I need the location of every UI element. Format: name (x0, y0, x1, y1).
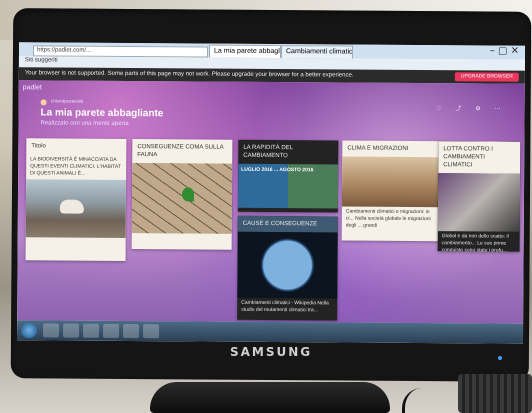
explorer-icon[interactable] (62, 323, 80, 338)
cracked-earth-image (131, 163, 233, 234)
date-labels: LUGLIO 2016 ... AGOSTO 2016 (241, 166, 314, 174)
post-card-causes-consequences[interactable]: CAUSE E CONSEGUENZE Cambiamenti climatic… (237, 215, 338, 321)
post-title: CLIMA E MIGRAZIONI (347, 145, 409, 152)
app-icon[interactable] (122, 323, 140, 339)
post-title: LOTTA CONTRO I CAMBIAMENTI CLIMATICI (438, 141, 521, 174)
post-title: Titolo (31, 143, 46, 150)
monitor-brand: SAMSUNG (230, 345, 313, 359)
author-name: chiaraparasole (50, 98, 84, 105)
avatar (40, 99, 47, 106)
polar-bear-icon (59, 199, 84, 214)
monitor: https://padlet.com/... La mia parete abb… (10, 8, 532, 382)
media-player-icon[interactable] (102, 323, 120, 338)
post-title: CAUSE E CONSEGUENZE (237, 215, 338, 233)
post-text: Global e da non dello scatto: il cambiam… (441, 233, 509, 252)
start-button[interactable] (20, 322, 38, 339)
keyboard (458, 374, 532, 413)
monitor-stand (150, 382, 390, 413)
post-card-fauna[interactable]: CONSEGUENZE COMA SULLA FAUNA (131, 139, 233, 250)
screen: https://padlet.com/... La mia parete abb… (16, 42, 526, 344)
post-text: Cambiamenti climatici - Wikipedia Nella … (241, 299, 329, 314)
upgrade-browser-button[interactable]: UPGRADE BROWSER (454, 72, 519, 82)
board-tools[interactable]: ♡ ⤴ ⚙ ⋯ (436, 103, 507, 112)
post-title: LA RAPIDITÀ DEL CAMBIAMENTO (243, 144, 293, 160)
cable (402, 388, 445, 413)
padlet-board: padlet chiaraparasole La mia parete abba… (17, 80, 525, 324)
board-subtitle: Realizzato con una mente aperta (40, 120, 129, 128)
power-led (498, 356, 502, 360)
window-controls[interactable]: – ▢ ✕ (490, 46, 519, 57)
protest-image (437, 173, 521, 232)
post-title: CONSEGUENZE COMA SULLA FAUNA (137, 144, 224, 159)
sprout-icon (181, 187, 195, 202)
post-card-biodiversity[interactable]: Titolo LA BIODIVERSITÀ È MINACCIATA DA Q… (25, 138, 127, 261)
polar-bear-image (25, 179, 127, 238)
ie-icon[interactable] (43, 323, 60, 338)
favorites-label[interactable]: Siti suggeriti (25, 57, 58, 63)
earth-image (237, 231, 338, 299)
folder-icon[interactable] (82, 323, 100, 338)
post-text: LA BIODIVERSITÀ È MINACCIATA DA QUESTI E… (30, 156, 121, 177)
board-title: La mia parete abbagliante (40, 107, 164, 120)
system-clock[interactable] (514, 327, 515, 341)
post-card-speed-of-change[interactable]: LA RAPIDITÀ DEL CAMBIAMENTO LUGLIO 2016 … (237, 139, 339, 213)
post-text: Cambiamenti climatici e migrazioni: in c… (345, 208, 431, 229)
padlet-logo[interactable]: padlet (23, 84, 42, 91)
windows-taskbar (16, 320, 524, 344)
browser-taskbar-icon[interactable] (142, 324, 160, 339)
post-card-fight-climate-change[interactable]: LOTTA CONTRO I CAMBIAMENTI CLIMATICI Glo… (437, 141, 521, 252)
lake-comparison-image: LUGLIO 2016 ... AGOSTO 2016 (237, 163, 339, 209)
post-card-climate-migration[interactable]: CLIMA E MIGRAZIONI Cambiamenti climatici… (341, 140, 443, 242)
desert-migrants-image (341, 156, 443, 208)
